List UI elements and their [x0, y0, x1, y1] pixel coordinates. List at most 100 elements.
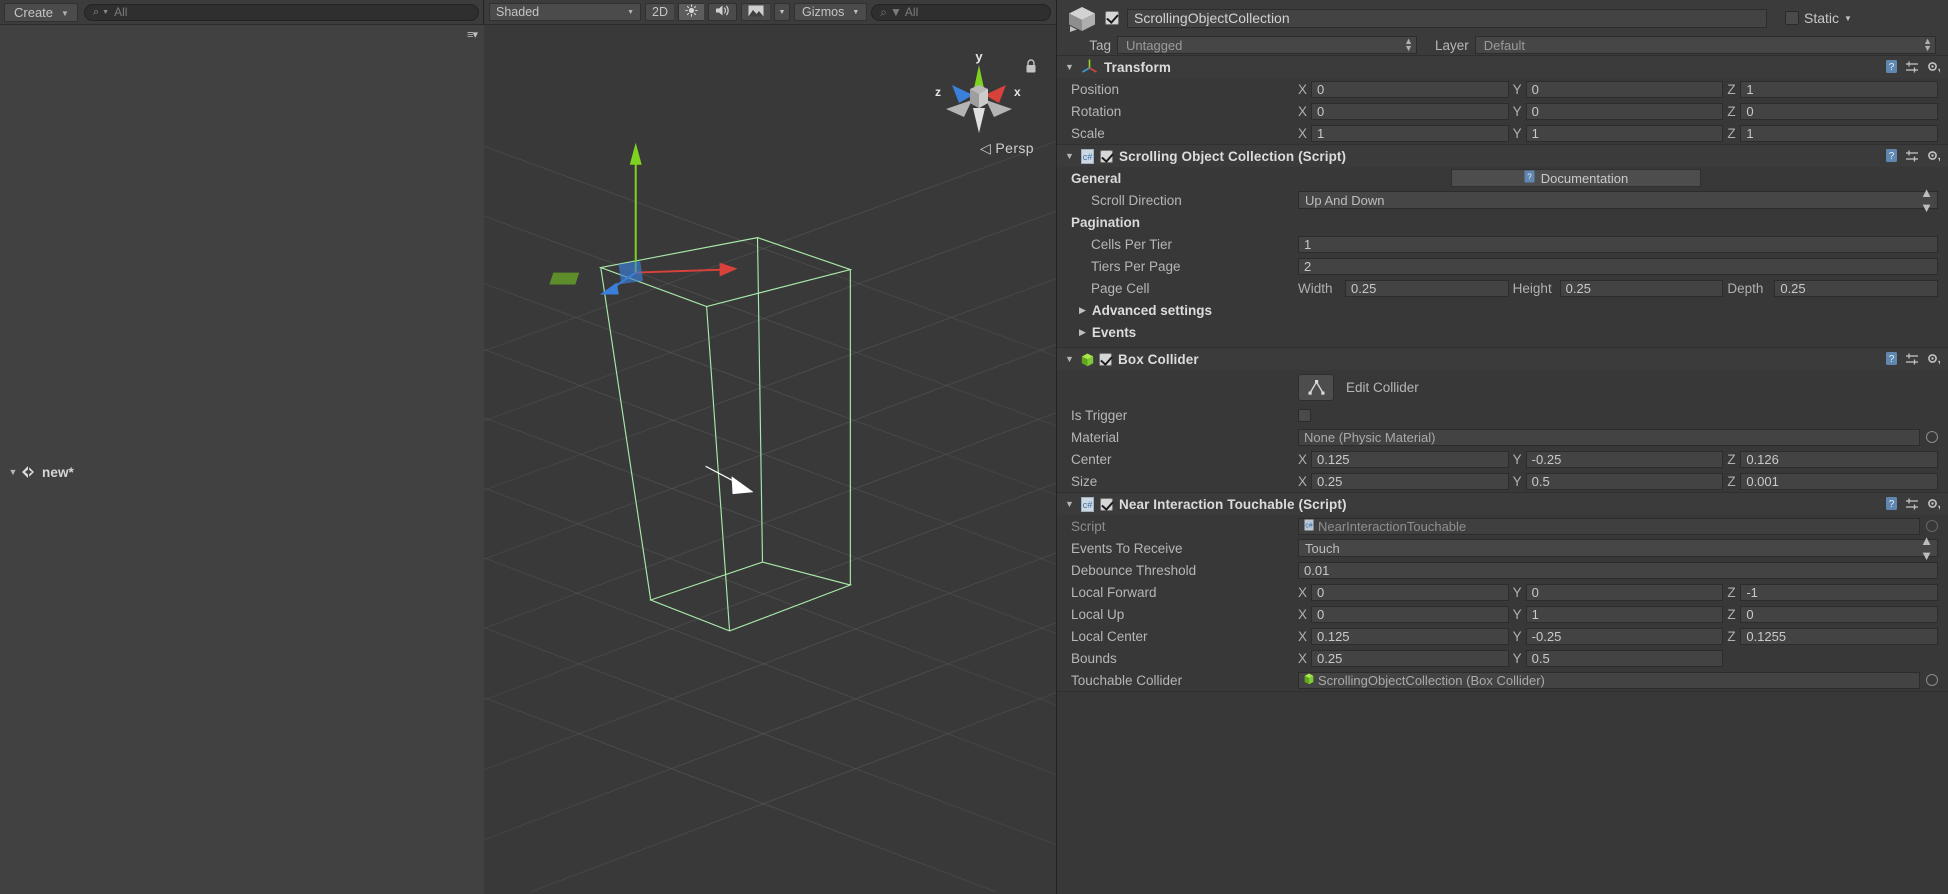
page-cell-height-input[interactable]: 0.25 — [1560, 280, 1724, 297]
help-icon[interactable]: ? — [1885, 496, 1898, 514]
toggle-effects-button[interactable] — [741, 3, 770, 21]
local-forward-x-input[interactable]: 0 — [1311, 584, 1509, 601]
chevron-down-icon[interactable]: ▼ — [1065, 62, 1075, 72]
scale-x-input[interactable]: 1 — [1311, 125, 1509, 142]
gizmos-dropdown[interactable]: Gizmos ▼ — [794, 3, 867, 21]
create-button[interactable]: Create ▼ — [4, 3, 78, 22]
scale-y-input[interactable]: 1 — [1526, 125, 1724, 142]
rotation-x-input[interactable]: 0 — [1311, 103, 1509, 120]
help-icon[interactable]: ? — [1885, 148, 1898, 166]
gear-icon[interactable]: ▾ — [1926, 60, 1940, 77]
hierarchy-search-input[interactable]: ⌕▼ All — [84, 4, 479, 21]
advanced-settings-foldout[interactable]: ▶ Advanced settings — [1057, 299, 1948, 321]
is-trigger-checkbox[interactable] — [1298, 409, 1311, 422]
toggle-audio-button[interactable] — [708, 3, 737, 21]
scale-z-input[interactable]: 1 — [1740, 125, 1938, 142]
axis-x-label: X — [1298, 629, 1306, 644]
gear-icon[interactable]: ▾ — [1926, 497, 1940, 514]
local-forward-y-input[interactable]: 0 — [1526, 584, 1724, 601]
chevron-down-icon[interactable]: ▼ — [1065, 151, 1075, 161]
events-to-receive-label: Events To Receive — [1071, 541, 1298, 556]
scene-axis-gizmo[interactable]: y z x — [928, 45, 1028, 145]
preset-icon[interactable] — [1905, 149, 1919, 166]
effects-dropdown-button[interactable]: ▼ — [774, 3, 790, 21]
object-picker-icon[interactable] — [1926, 431, 1938, 443]
center-y-input[interactable]: -0.25 — [1526, 451, 1724, 468]
gameobject-active-checkbox[interactable] — [1105, 11, 1119, 25]
tiers-per-page-input[interactable]: 2 — [1298, 258, 1938, 275]
scrolling-collection-header[interactable]: ▼ c# Scrolling Object Collection (Script… — [1057, 145, 1948, 167]
center-z-input[interactable]: 0.126 — [1740, 451, 1938, 468]
preset-icon[interactable] — [1905, 352, 1919, 369]
size-z-input[interactable]: 0.001 — [1740, 473, 1938, 490]
scroll-direction-dropdown[interactable]: Up And Down ▲▼ — [1298, 191, 1938, 209]
touchable-collider-row: Touchable Collider ScrollingObjectCollec… — [1057, 669, 1948, 691]
transform-move-gizmo[interactable] — [484, 25, 1056, 892]
gameobject-name-input[interactable]: ScrollingObjectCollection — [1127, 9, 1767, 28]
material-object-field[interactable]: None (Physic Material) — [1298, 429, 1920, 446]
center-x-input[interactable]: 0.125 — [1311, 451, 1509, 468]
box-collider-header[interactable]: ▼ Box Collider ? ▾ — [1057, 348, 1948, 370]
bounds-y-input[interactable]: 0.5 — [1526, 650, 1724, 667]
help-icon[interactable]: ? — [1885, 59, 1898, 77]
position-x-input[interactable]: 0 — [1311, 81, 1509, 98]
rotation-z-input[interactable]: 0 — [1740, 103, 1938, 120]
size-y-input[interactable]: 0.5 — [1526, 473, 1724, 490]
position-y-input[interactable]: 0 — [1526, 81, 1724, 98]
near-touchable-enabled-checkbox[interactable] — [1100, 498, 1113, 511]
local-forward-z-input[interactable]: -1 — [1740, 584, 1938, 601]
preset-icon[interactable] — [1905, 60, 1919, 77]
bounds-x-input[interactable]: 0.25 — [1311, 650, 1509, 667]
static-checkbox[interactable] — [1785, 11, 1799, 25]
expand-arrow-icon[interactable]: ▶ — [1079, 327, 1086, 338]
chevron-down-icon[interactable]: ▼ — [1065, 499, 1075, 509]
chevron-down-icon[interactable]: ▼ — [1844, 14, 1852, 23]
events-to-receive-dropdown[interactable]: Touch ▲▼ — [1298, 539, 1938, 557]
touchable-collider-object-field[interactable]: ScrollingObjectCollection (Box Collider) — [1298, 672, 1920, 689]
local-center-z-input[interactable]: 0.1255 — [1740, 628, 1938, 645]
toggle-scene-lighting-button[interactable] — [678, 3, 704, 21]
local-up-y-input[interactable]: 1 — [1526, 606, 1724, 623]
tag-dropdown[interactable]: Untagged ▲▼ — [1117, 36, 1417, 54]
gear-icon[interactable]: ▾ — [1926, 352, 1940, 369]
object-picker-icon[interactable] — [1926, 674, 1938, 686]
position-z-input[interactable]: 1 — [1740, 81, 1938, 98]
local-center-y-input[interactable]: -0.25 — [1526, 628, 1724, 645]
page-cell-depth-input[interactable]: 0.25 — [1774, 280, 1938, 297]
transform-header[interactable]: ▼ Transform ? — [1057, 56, 1948, 78]
local-center-row: Local Center X 0.125 Y -0.25 Z 0.1255 — [1057, 625, 1948, 647]
layer-dropdown[interactable]: Default ▲▼ — [1475, 36, 1936, 54]
transform-position-row: Position X 0 Y 0 Z 1 — [1057, 78, 1948, 100]
scrolling-collection-enabled-checkbox[interactable] — [1100, 150, 1113, 163]
svg-text:x: x — [1014, 85, 1021, 99]
size-x-input[interactable]: 0.25 — [1311, 473, 1509, 490]
toggle-2d-label: 2D — [652, 5, 668, 19]
tiers-per-page-value: 2 — [1304, 259, 1311, 274]
local-center-x-input[interactable]: 0.125 — [1311, 628, 1509, 645]
box-collider-enabled-checkbox[interactable] — [1099, 353, 1112, 366]
help-icon[interactable]: ? — [1885, 351, 1898, 369]
edit-collider-button[interactable] — [1298, 374, 1334, 401]
page-cell-depth-value: 0.25 — [1780, 281, 1805, 296]
hierarchy-options-menu-icon[interactable]: ≡▾ — [467, 28, 477, 41]
rotation-y-input[interactable]: 0 — [1526, 103, 1724, 120]
shading-mode-dropdown[interactable]: Shaded ▼ — [489, 3, 641, 21]
expand-arrow-icon[interactable]: ▶ — [1079, 305, 1086, 316]
edit-collider-label: Edit Collider — [1346, 380, 1419, 395]
local-up-x-input[interactable]: 0 — [1311, 606, 1509, 623]
documentation-button[interactable]: ? Documentation — [1451, 169, 1701, 187]
scene-viewport[interactable]: ◁ Persp y z x — [484, 25, 1056, 894]
scene-search-input[interactable]: ⌕▼ All — [871, 4, 1051, 21]
local-up-z-input[interactable]: 0 — [1740, 606, 1938, 623]
chevron-down-icon[interactable]: ▼ — [6, 467, 20, 477]
axis-y-label: Y — [1513, 82, 1521, 97]
preset-icon[interactable] — [1905, 497, 1919, 514]
gear-icon[interactable]: ▾ — [1926, 149, 1940, 166]
cells-per-tier-input[interactable]: 1 — [1298, 236, 1938, 253]
debounce-threshold-input[interactable]: 0.01 — [1298, 562, 1938, 579]
chevron-down-icon[interactable]: ▼ — [1065, 354, 1075, 364]
toggle-2d-button[interactable]: 2D — [645, 3, 674, 21]
page-cell-width-input[interactable]: 0.25 — [1345, 280, 1509, 297]
near-touchable-header[interactable]: ▼ c# Near Interaction Touchable (Script)… — [1057, 493, 1948, 515]
events-foldout[interactable]: ▶ Events — [1057, 321, 1948, 343]
